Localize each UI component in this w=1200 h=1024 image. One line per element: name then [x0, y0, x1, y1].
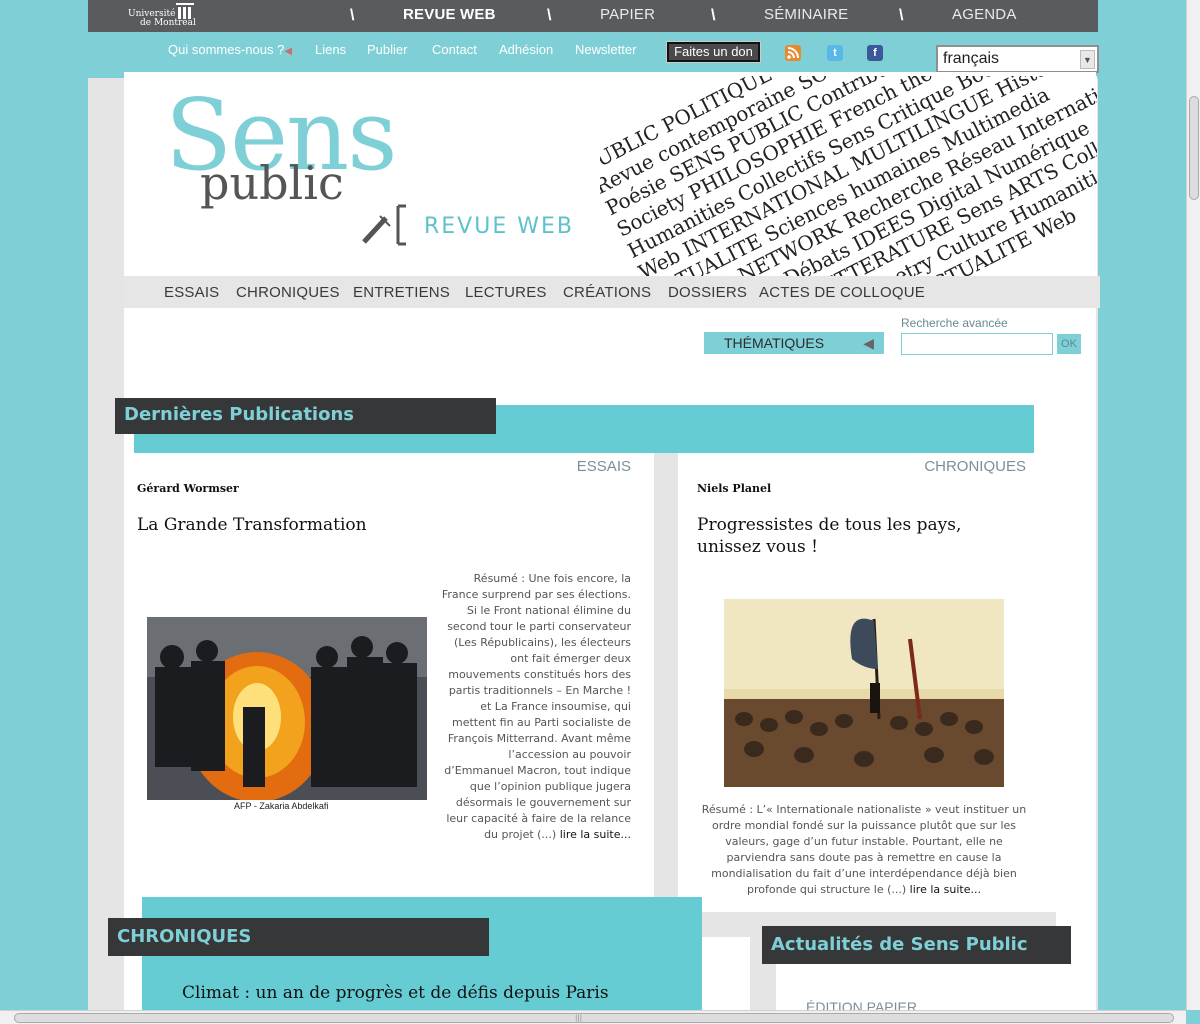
riot-image	[147, 617, 427, 800]
mainnav-lectures[interactable]: LECTURES	[465, 284, 547, 301]
topnav-agenda[interactable]: AGENDA	[952, 0, 1017, 32]
chroniques-item-title[interactable]: Climat : un an de progrès et de défis de…	[182, 982, 642, 1004]
article-category[interactable]: CHRONIQUES	[880, 458, 1026, 475]
read-more-link[interactable]: lire la suite...	[560, 828, 631, 841]
photo-caption: AFP - Zakaria Abdelkafi	[234, 801, 329, 811]
article-author[interactable]: Gérard Wormser	[137, 482, 239, 495]
subnav-qui-label: Qui sommes-nous ?	[168, 42, 285, 57]
mainnav-creations[interactable]: CRÉATIONS	[563, 284, 651, 301]
facebook-icon[interactable]: f	[867, 45, 883, 61]
article-summary: Résumé : Une fois encore, la France surp…	[436, 571, 631, 843]
article-photo-riot[interactable]	[147, 617, 427, 800]
logo-mark-icon	[362, 204, 406, 246]
actualites-title: Actualités de Sens Public	[762, 926, 1071, 964]
scrollbar-grip-icon: |||	[575, 1014, 583, 1022]
nav-separator: \	[547, 7, 552, 24]
tag-cloud-banner: PUBLIC POLITIQUERevue contemporaine SOCI…	[600, 76, 1097, 276]
article-title[interactable]: La Grande Transformation	[137, 514, 437, 536]
article-title[interactable]: Progressistes de tous les pays, unissez …	[697, 514, 1017, 558]
chroniques-band	[142, 897, 702, 1024]
column-separator	[654, 453, 678, 937]
chevron-down-icon[interactable]: ▼	[1080, 50, 1095, 69]
scrollbar-thumb[interactable]	[14, 1013, 1174, 1023]
top-bar: Université de Montréal	[88, 0, 1098, 32]
article-author[interactable]: Niels Planel	[697, 482, 771, 495]
language-value: français	[943, 50, 1000, 67]
donate-button[interactable]: Faites un don	[666, 41, 761, 63]
tag-cloud-text: PUBLIC POLITIQUERevue contemporaine SOCI…	[600, 76, 1097, 276]
logo-revue-web: REVUE WEB	[424, 214, 574, 239]
udem-building-icon	[176, 3, 194, 19]
thematiques-dropdown[interactable]: THÉMATIQUES ◀	[704, 332, 884, 354]
main-nav: ESSAIS CHRONIQUES ENTRETIENS LECTURES CR…	[124, 276, 1100, 308]
nav-separator: \	[711, 7, 716, 24]
subnav-contact[interactable]: Contact	[432, 42, 477, 57]
topnav-revue-web[interactable]: REVUE WEB	[403, 0, 496, 32]
udem-logo[interactable]: Université de Montréal	[128, 3, 196, 29]
subnav-liens[interactable]: Liens	[315, 42, 346, 57]
article-summary: Résumé : L’« Internationale nationaliste…	[697, 802, 1031, 898]
article-category[interactable]: ESSAIS	[500, 458, 631, 475]
mainnav-entretiens[interactable]: ENTRETIENS	[353, 284, 450, 301]
udem-logo-line2: de Montréal	[140, 18, 196, 28]
mainnav-dossiers[interactable]: DOSSIERS	[668, 284, 747, 301]
latest-title: Dernières Publications	[115, 398, 496, 434]
horizontal-scrollbar[interactable]: |||	[0, 1010, 1186, 1024]
article-summary-text: Résumé : Une fois encore, la France surp…	[441, 572, 631, 841]
topnav-seminaire[interactable]: SÉMINAIRE	[764, 0, 848, 32]
topnav-papier[interactable]: PAPIER	[600, 0, 655, 32]
mainnav-essais[interactable]: ESSAIS	[164, 284, 219, 301]
nav-separator: \	[350, 7, 355, 24]
mainnav-chroniques[interactable]: CHRONIQUES	[236, 284, 340, 301]
thematiques-label: THÉMATIQUES	[724, 335, 825, 351]
crowd-flag-image	[724, 599, 1004, 787]
read-more-link[interactable]: lire la suite...	[910, 883, 981, 896]
triangle-left-icon: ◀	[284, 46, 293, 57]
logo-public[interactable]: public	[200, 158, 344, 208]
chroniques-title: CHRONIQUES	[108, 918, 489, 956]
subnav-newsletter[interactable]: Newsletter	[575, 42, 636, 57]
article-photo-crowd[interactable]	[724, 599, 1004, 787]
nav-separator: \	[899, 7, 904, 24]
triangle-left-icon: ◀	[863, 335, 874, 351]
search-ok-button[interactable]: OK	[1057, 334, 1081, 354]
scrollbar-thumb[interactable]	[1189, 96, 1199, 200]
search-input[interactable]	[901, 333, 1053, 355]
subnav-publier[interactable]: Publier	[367, 42, 407, 57]
vertical-scrollbar[interactable]	[1186, 0, 1200, 1010]
advanced-search-link[interactable]: Recherche avancée	[901, 316, 1008, 330]
twitter-icon[interactable]: t	[827, 45, 843, 61]
mainnav-actes-de-colloque[interactable]: ACTES DE COLLOQUE	[759, 284, 925, 301]
language-select[interactable]: français ▼	[936, 45, 1099, 73]
subnav-adhesion[interactable]: Adhésion	[499, 42, 553, 57]
rss-icon[interactable]	[785, 45, 801, 61]
subnav-qui-sommes-nous[interactable]: Qui sommes-nous ?◀	[168, 42, 292, 57]
